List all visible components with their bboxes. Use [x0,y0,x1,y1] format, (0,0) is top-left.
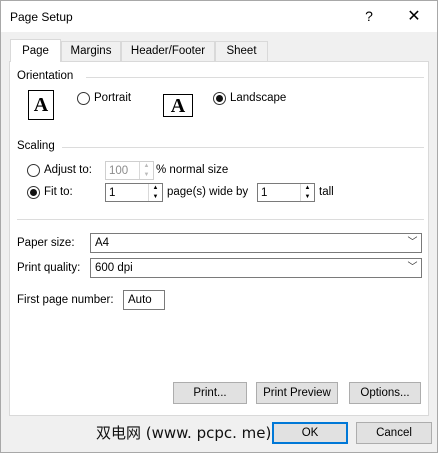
adjust-to-spin-buttons[interactable]: ▲ ▼ [139,162,153,179]
fit-wide-suffix: page(s) wide by [167,186,249,198]
orientation-divider [86,77,424,78]
portrait-orientation-icon: A [28,90,54,120]
page-tab-panel: Orientation A Portrait A Landscape Scali… [9,61,429,416]
first-page-number-label: First page number: [17,294,114,306]
portrait-radio[interactable] [77,92,90,105]
tab-page[interactable]: Page [10,39,61,62]
first-page-number-input[interactable] [124,291,164,309]
adjust-to-radio[interactable] [27,164,40,177]
adjust-to-spinner[interactable]: ▲ ▼ [105,161,154,180]
page-setup-dialog: Page Setup ? ✕ Page Margins Header/Foote… [0,0,438,453]
spin-up-icon[interactable]: ▲ [301,184,314,192]
chevron-down-icon[interactable]: ﹀ [404,234,421,252]
adjust-to-suffix: % normal size [156,164,229,176]
tab-header-footer[interactable]: Header/Footer [121,41,215,61]
landscape-label[interactable]: Landscape [230,92,286,104]
landscape-radio[interactable] [213,92,226,105]
options-button[interactable]: Options... [349,382,421,404]
print-quality-select[interactable]: 600 dpi ﹀ [90,258,422,278]
scaling-group-label: Scaling [17,140,55,152]
print-preview-button[interactable]: Print Preview [256,382,338,404]
tab-margins[interactable]: Margins [61,41,121,61]
ok-button[interactable]: OK [272,422,348,444]
chevron-down-icon[interactable]: ﹀ [404,259,421,277]
scaling-divider [62,147,424,148]
fit-tall-spinner[interactable]: ▲ ▼ [257,183,315,202]
fit-to-radio[interactable] [27,186,40,199]
fit-wide-input[interactable] [106,184,148,201]
adjust-to-input[interactable] [106,162,139,179]
title-bar: Page Setup ? ✕ [1,1,437,32]
orientation-group-label: Orientation [17,70,74,82]
fit-tall-suffix: tall [319,186,334,198]
adjust-to-label[interactable]: Adjust to: [44,164,92,176]
cancel-button[interactable]: Cancel [356,422,432,444]
close-button[interactable]: ✕ [393,3,435,30]
fit-wide-spin-buttons[interactable]: ▲ ▼ [148,184,162,201]
tab-sheet[interactable]: Sheet [215,41,268,61]
spin-down-icon[interactable]: ▼ [140,171,153,179]
paper-size-value: A4 [95,237,110,249]
help-button[interactable]: ? [349,3,389,30]
print-button[interactable]: Print... [173,382,247,404]
spin-down-icon[interactable]: ▼ [301,193,314,201]
spin-up-icon[interactable]: ▲ [149,184,162,192]
paper-size-label: Paper size: [17,237,75,249]
spin-up-icon[interactable]: ▲ [140,162,153,170]
fit-tall-spin-buttons[interactable]: ▲ ▼ [300,184,314,201]
spin-down-icon[interactable]: ▼ [149,193,162,201]
watermark-text: 双电网 (www. pcpc. me) [96,424,272,442]
portrait-label[interactable]: Portrait [94,92,131,104]
print-quality-value: 600 dpi [95,262,133,274]
print-quality-label: Print quality: [17,262,81,274]
paper-size-select[interactable]: A4 ﹀ [90,233,422,253]
fit-to-label[interactable]: Fit to: [44,186,73,198]
landscape-orientation-icon: A [163,94,193,117]
first-page-number-field[interactable] [123,290,165,310]
paper-divider [17,219,424,220]
fit-wide-spinner[interactable]: ▲ ▼ [105,183,163,202]
window-title: Page Setup [10,10,73,24]
fit-tall-input[interactable] [258,184,300,201]
